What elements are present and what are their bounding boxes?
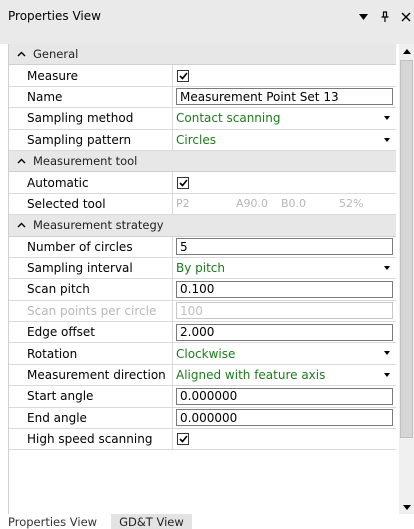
rotation-dropdown[interactable]: Clockwise <box>173 343 396 363</box>
property-name: Sampling pattern <box>9 129 173 150</box>
property-name: Start angle <box>9 386 173 407</box>
name-input[interactable]: Measurement Point Set 13 <box>176 88 393 106</box>
property-row-measurement-direction: Measurement direction Aligned with featu… <box>9 364 396 387</box>
property-row-scan-points: Scan points per circle 100 <box>9 300 396 323</box>
property-value <box>173 65 396 85</box>
tool-percent: 52% <box>339 197 364 211</box>
tool-angle-a: A90.0 <box>236 197 269 211</box>
dropdown-arrow-icon[interactable] <box>384 137 390 142</box>
tool-probe: P2 <box>176 197 190 211</box>
sampling-pattern-dropdown[interactable]: Circles <box>173 130 396 150</box>
edge-offset-input[interactable]: 2.000 <box>176 323 393 341</box>
dropdown-value: Circles <box>176 132 216 147</box>
close-icon[interactable] <box>399 10 412 23</box>
tab-gdt-view[interactable]: GD&T View <box>111 514 192 529</box>
property-name: Rotation <box>9 343 173 364</box>
property-value: 5 <box>173 237 396 257</box>
property-row-number-of-circles: Number of circles 5 <box>9 236 396 258</box>
property-name: Scan points per circle <box>9 300 173 322</box>
pin-icon[interactable] <box>378 10 391 23</box>
category-measurement-strategy[interactable]: Measurement strategy <box>9 215 396 237</box>
property-grid: General Measure Name Measurement Point S… <box>8 44 396 514</box>
property-row-high-speed-scanning: High speed scanning <box>9 429 396 451</box>
property-row-sampling-method: Sampling method Contact scanning <box>9 108 396 130</box>
dropdown-value: Clockwise <box>176 346 236 361</box>
property-value: 100 <box>173 301 396 321</box>
property-name: End angle <box>9 407 173 429</box>
category-general[interactable]: General <box>9 44 396 66</box>
tool-spec: P2 A90.0 B0.0 52% <box>176 197 363 210</box>
automatic-checkbox[interactable] <box>177 176 189 189</box>
category-label: Measurement strategy <box>33 218 164 233</box>
property-name: Selected tool <box>9 193 173 215</box>
start-angle-input[interactable]: 0.000000 <box>176 387 393 405</box>
property-value: Measurement Point Set 13 <box>173 87 396 107</box>
property-row-sampling-interval: Sampling interval By pitch <box>9 257 396 280</box>
property-row-start-angle: Start angle 0.000000 <box>9 386 396 408</box>
property-value: 0.100 <box>173 279 396 299</box>
scan-pitch-input[interactable]: 0.100 <box>176 280 393 298</box>
dropdown-arrow-icon[interactable] <box>384 116 390 121</box>
property-name: Number of circles <box>9 236 173 257</box>
property-row-sampling-pattern: Sampling pattern Circles <box>9 129 396 151</box>
selected-tool-value: P2 A90.0 B0.0 52% <box>173 194 396 214</box>
property-value <box>173 172 396 192</box>
sampling-interval-dropdown[interactable]: By pitch <box>173 258 396 278</box>
category-measurement-tool[interactable]: Measurement tool <box>9 150 396 173</box>
property-name: High speed scanning <box>9 429 173 450</box>
category-label: General <box>33 47 79 62</box>
collapse-chevron-icon[interactable] <box>9 44 33 64</box>
property-row-rotation: Rotation Clockwise <box>9 343 396 365</box>
property-value: 2.000 <box>173 322 396 342</box>
scan-points-input: 100 <box>176 302 393 320</box>
measure-checkbox[interactable] <box>177 69 189 82</box>
tab-properties-view[interactable]: Properties View <box>0 514 105 529</box>
property-name: Scan pitch <box>9 279 173 300</box>
property-row-edge-offset: Edge offset 2.000 <box>9 322 396 344</box>
property-row-selected-tool: Selected tool P2 A90.0 B0.0 52% <box>9 193 396 216</box>
property-value <box>173 429 396 449</box>
window-title: Properties View <box>8 9 101 23</box>
property-name: Sampling method <box>9 108 173 129</box>
dropdown-arrow-icon[interactable] <box>384 265 390 270</box>
dropdown-arrow-icon[interactable] <box>384 351 390 356</box>
high-speed-scanning-checkbox[interactable] <box>177 433 189 446</box>
property-name: Measurement direction <box>9 364 173 386</box>
measurement-direction-dropdown[interactable]: Aligned with feature axis <box>173 365 396 385</box>
tool-angle-b: B0.0 <box>281 197 307 211</box>
property-name: Sampling interval <box>9 257 173 279</box>
dropdown-value: Aligned with feature axis <box>176 368 326 383</box>
collapse-chevron-icon[interactable] <box>9 215 33 235</box>
dropdown-arrow-icon[interactable] <box>384 372 390 377</box>
property-row-scan-pitch: Scan pitch 0.100 <box>9 279 396 301</box>
title-bar: Properties View <box>0 0 414 44</box>
sampling-method-dropdown[interactable]: Contact scanning <box>173 108 396 128</box>
dropdown-value: Contact scanning <box>176 111 281 126</box>
vertical-scrollbar[interactable] <box>399 44 414 514</box>
category-label: Measurement tool <box>33 154 138 169</box>
property-row-automatic: Automatic <box>9 172 396 194</box>
property-row-measure: Measure <box>9 65 396 87</box>
title-controls <box>357 10 412 23</box>
property-row-end-angle: End angle 0.000000 <box>9 407 396 430</box>
property-name: Name <box>9 86 173 108</box>
dropdown-menu-icon[interactable] <box>357 10 370 23</box>
bottom-tab-strip: Properties View GD&T View <box>0 514 414 529</box>
scroll-down-arrow-icon[interactable] <box>399 500 414 514</box>
property-value: 0.000000 <box>173 408 396 428</box>
scrollbar-thumb[interactable] <box>400 60 413 438</box>
property-name: Edge offset <box>9 322 173 343</box>
property-name: Automatic <box>9 172 173 193</box>
property-value: 0.000000 <box>173 386 396 406</box>
dropdown-value: By pitch <box>176 261 226 276</box>
scroll-up-arrow-icon[interactable] <box>399 44 414 58</box>
property-name: Measure <box>9 65 173 86</box>
end-angle-input[interactable]: 0.000000 <box>176 409 393 427</box>
property-row-name: Name Measurement Point Set 13 <box>9 86 396 109</box>
number-of-circles-input[interactable]: 5 <box>176 238 393 256</box>
collapse-chevron-icon[interactable] <box>9 151 33 171</box>
